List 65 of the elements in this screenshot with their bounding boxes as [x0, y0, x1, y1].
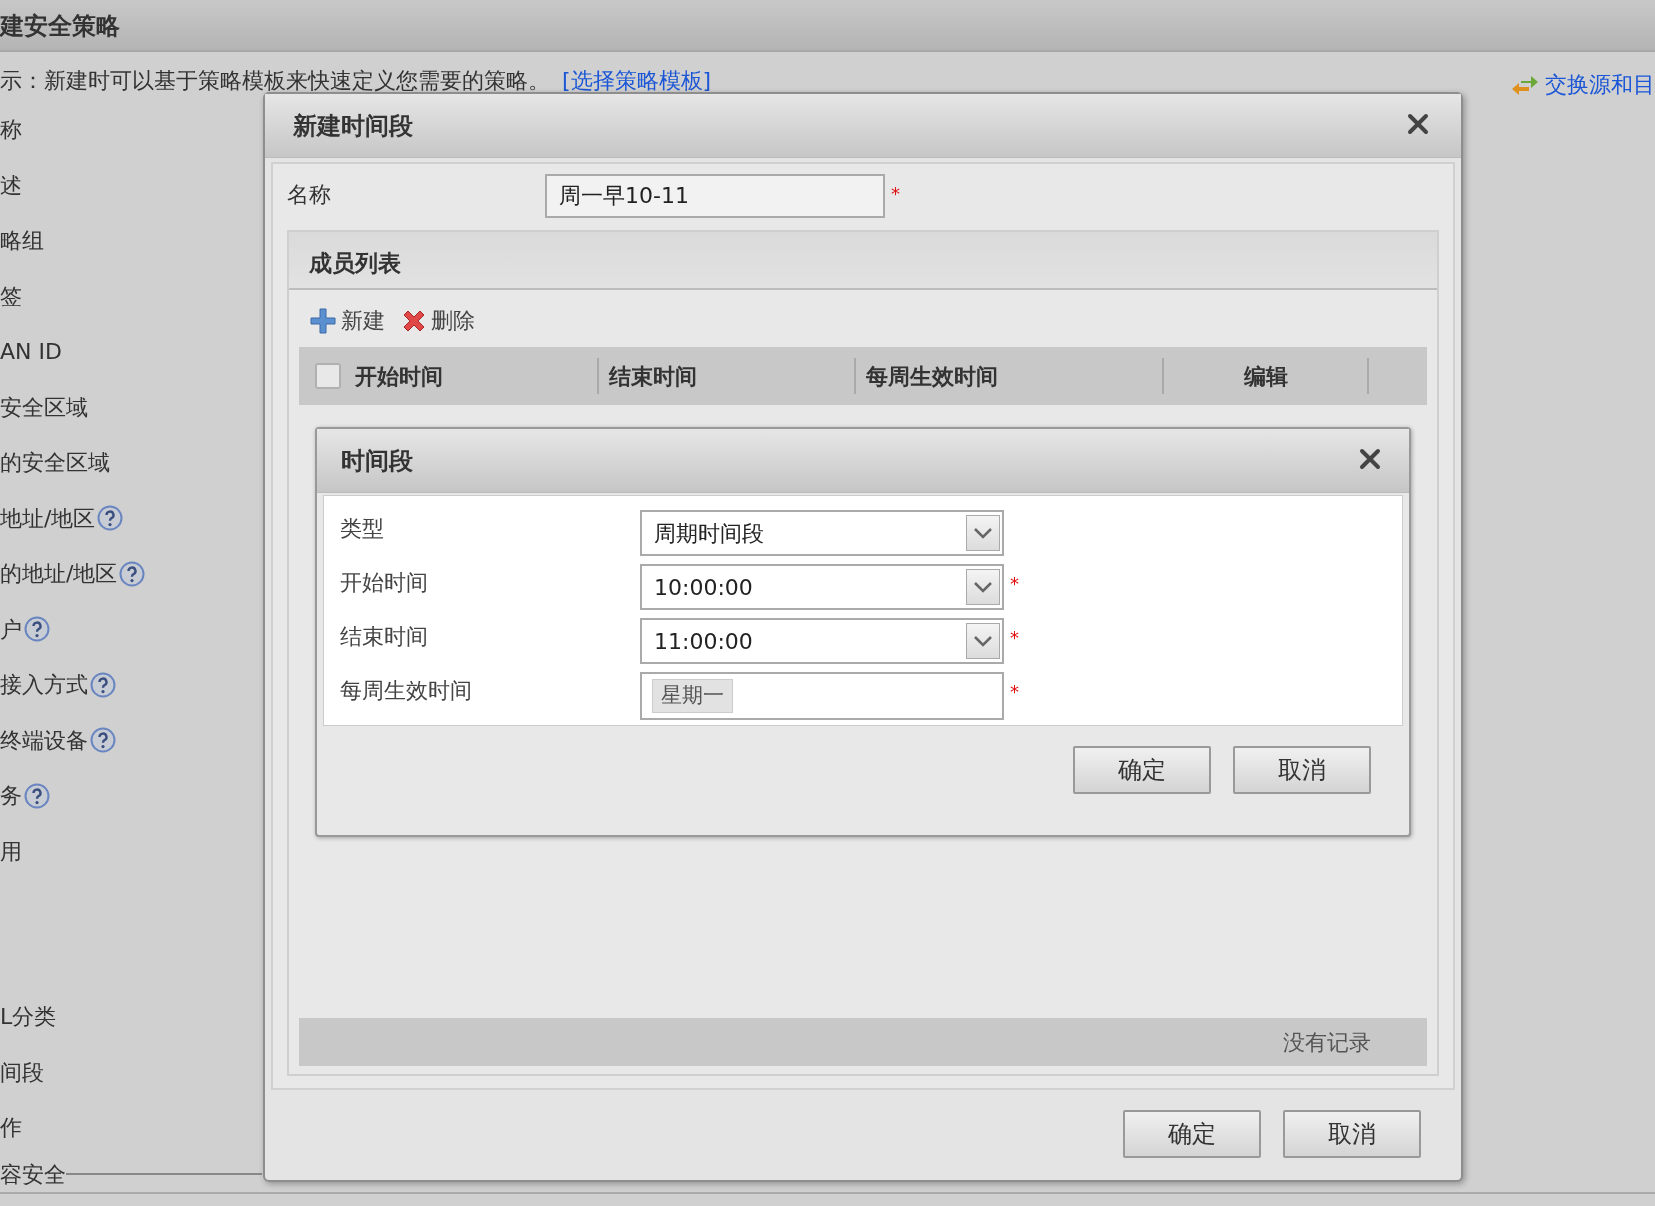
field-label: 终端设备 — [0, 726, 88, 755]
delete-button[interactable]: 删除 — [401, 304, 475, 337]
required-mark: * — [1010, 680, 1019, 704]
field-label: 用 — [0, 837, 22, 866]
caret-icon — [973, 635, 993, 647]
empty-row: 没有记录 — [299, 1018, 1427, 1066]
help-icon[interactable] — [119, 560, 146, 587]
field-label: 地址/地区 — [0, 504, 96, 533]
hint-text: 示：新建时可以基于策略模板来快速定义您需要的策略。 — [0, 67, 550, 95]
dropdown[interactable]: 11:00:00 — [640, 618, 1004, 664]
field-label: L分类 — [0, 1003, 57, 1032]
field-label: 类型 — [340, 515, 385, 543]
help-icon[interactable] — [97, 505, 124, 532]
caret-icon — [973, 581, 993, 593]
help-icon[interactable] — [24, 782, 50, 809]
field-label: AN ID — [0, 338, 62, 367]
field-label: 务 — [0, 782, 22, 811]
select-all-checkbox[interactable] — [315, 363, 341, 389]
caret-icon — [973, 527, 993, 539]
field-label: 安全区域 — [0, 393, 88, 422]
field-label: 的安全区域 — [0, 449, 110, 478]
required-mark: * — [1010, 572, 1019, 596]
column-header: 结束时间 — [609, 362, 697, 391]
help-icon[interactable] — [24, 616, 50, 643]
close-icon — [1359, 447, 1381, 470]
cancel-button[interactable]: 取消 — [1283, 1110, 1421, 1158]
column-header: 编辑 — [1243, 362, 1288, 391]
field-label: 略组 — [0, 227, 44, 256]
field-label: 接入方式 — [0, 671, 88, 700]
field-label: 间段 — [0, 1058, 44, 1087]
confirm-button[interactable]: 确定 — [1073, 746, 1211, 794]
field-label: 开始时间 — [340, 569, 429, 597]
panel-title: 成员列表 — [289, 232, 1437, 290]
field-label: 称 — [0, 116, 22, 145]
dialog-title: 时间段 — [341, 445, 413, 477]
dropdown[interactable]: 10:00:00 — [640, 564, 1004, 610]
field-label: 作 — [0, 1114, 22, 1143]
add-button[interactable]: 新建 — [309, 304, 385, 337]
close-icon — [1407, 112, 1429, 135]
required-mark: * — [891, 182, 900, 206]
help-icon[interactable] — [90, 727, 116, 754]
plus-icon — [309, 306, 337, 335]
field-label: 户 — [0, 615, 22, 644]
confirm-button[interactable]: 确定 — [1123, 1110, 1261, 1158]
name-label: 名称 — [287, 181, 332, 209]
field-label: 每周生效时间 — [340, 677, 473, 705]
field-label: 签 — [0, 282, 22, 311]
field-label: 结束时间 — [340, 623, 429, 651]
required-mark: * — [1010, 626, 1019, 650]
dialog-title: 新建时间段 — [293, 110, 413, 142]
column-header: 每周生效时间 — [866, 362, 998, 391]
help-icon[interactable] — [90, 671, 116, 698]
field-label: 述 — [0, 171, 22, 200]
column-header: 开始时间 — [355, 362, 443, 391]
swap-link[interactable]: 交换源和目 — [1545, 68, 1655, 101]
tag-field[interactable]: 星期一 — [640, 672, 1004, 720]
dropdown-value: 周期时间段 — [654, 519, 764, 548]
section-label: 容安全 — [0, 1160, 66, 1189]
tag-chip[interactable]: 星期一 — [652, 679, 733, 713]
name-field[interactable]: 周一早10-11 — [545, 174, 885, 218]
cancel-button[interactable]: 取消 — [1233, 746, 1371, 794]
field-label: 的地址/地区 — [0, 560, 118, 589]
dropdown[interactable]: 周期时间段 — [640, 510, 1004, 556]
dropdown-value: 11:00:00 — [654, 627, 753, 656]
dropdown-value: 10:00:00 — [654, 573, 753, 602]
